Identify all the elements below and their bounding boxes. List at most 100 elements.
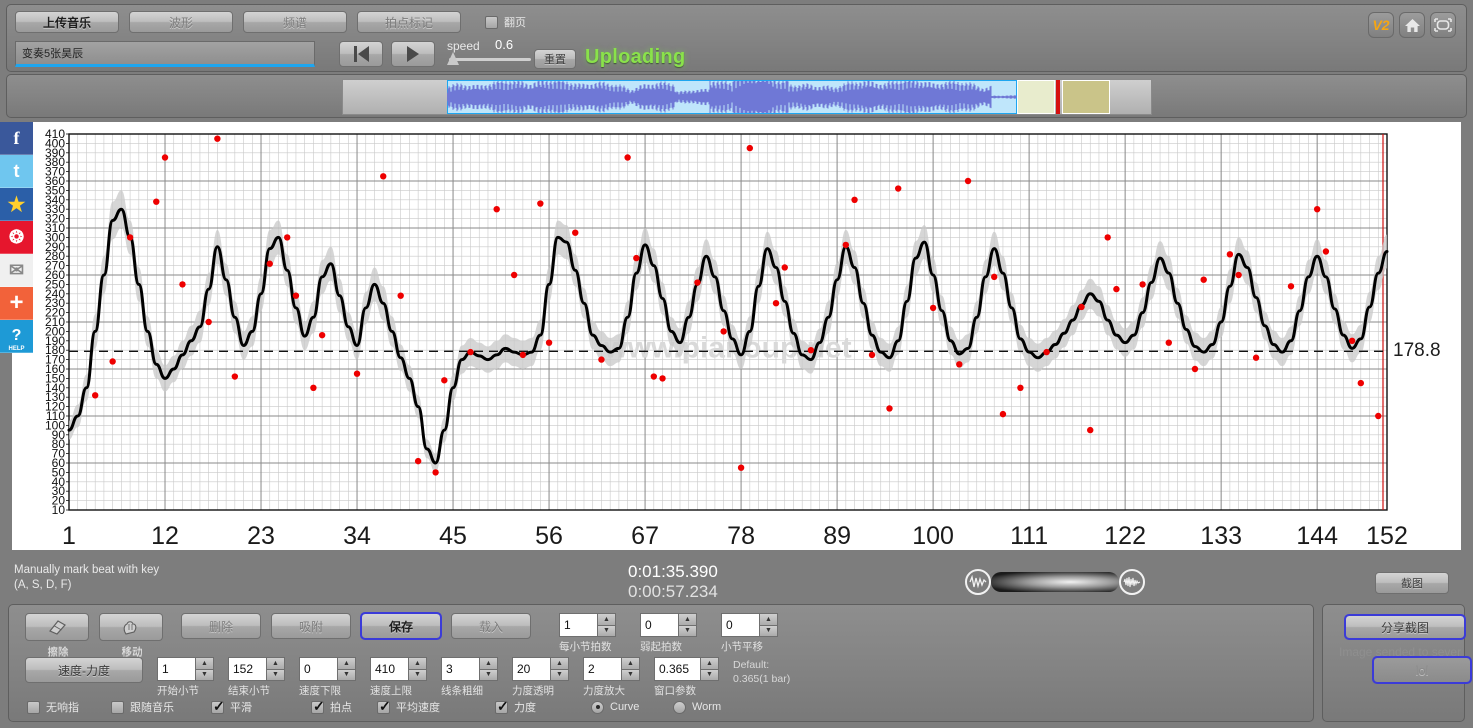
beats-per-bar-input[interactable] — [559, 613, 597, 637]
reset-button[interactable]: 重置 — [534, 49, 576, 69]
line-width-up[interactable]: ▲ — [479, 657, 498, 669]
share-screenshot-button[interactable]: 分享截图 — [1344, 614, 1466, 640]
load-button[interactable]: 载入 — [451, 613, 531, 639]
bar-shift-up[interactable]: ▲ — [759, 613, 778, 625]
spinner-bar-shift[interactable]: ▲▼ 小节平移 — [721, 613, 778, 654]
twitter-icon[interactable]: t — [0, 155, 33, 188]
song-title-input[interactable] — [15, 41, 315, 67]
dynamics-checkbox-box[interactable] — [495, 698, 509, 715]
spinner-end-bar[interactable]: ▲▼ 结束小节 — [228, 657, 285, 698]
speed-slider-thumb[interactable] — [447, 52, 459, 65]
speed-min-down[interactable]: ▼ — [337, 668, 356, 681]
checkbox-dynamics[interactable]: 力度 — [495, 698, 591, 715]
snap-button[interactable]: 吸附 — [271, 613, 351, 639]
worm-radio-button[interactable] — [673, 700, 686, 714]
beats-per-bar-up[interactable]: ▲ — [597, 613, 616, 625]
delete-button[interactable]: 删除 — [181, 613, 261, 639]
bar-shift-down[interactable]: ▼ — [759, 624, 778, 637]
fullscreen-icon[interactable] — [1430, 12, 1456, 38]
waveform-overview[interactable] — [342, 79, 1152, 115]
window-param-input[interactable] — [654, 657, 700, 681]
rewind-button[interactable] — [339, 41, 383, 67]
play-button[interactable] — [391, 41, 435, 67]
save-button[interactable]: 保存 — [360, 612, 442, 640]
dynamics-scale-input[interactable] — [583, 657, 621, 681]
line-width-input[interactable] — [441, 657, 479, 681]
home-icon[interactable] — [1399, 12, 1425, 38]
checkbox-average-speed[interactable]: 平均速度 — [377, 698, 495, 715]
dynamics-scale-down[interactable]: ▼ — [621, 668, 640, 681]
volume-slider[interactable] — [965, 568, 1150, 596]
spinner-speed-min[interactable]: ▲▼ 速度下限 — [299, 657, 356, 698]
line-width-down[interactable]: ▼ — [479, 668, 498, 681]
follow-music-checkbox-box[interactable] — [111, 700, 124, 714]
page-flip-checkbox-box[interactable] — [485, 15, 498, 29]
share-plus-icon[interactable]: + — [0, 287, 33, 320]
waveform-pale-region[interactable] — [1017, 80, 1055, 114]
pickup-beats-down[interactable]: ▼ — [678, 624, 697, 637]
beats-checkbox-box[interactable] — [311, 698, 325, 715]
speed-dynamics-mode-button[interactable]: 速度-力度 — [25, 657, 143, 683]
end-bar-up[interactable]: ▲ — [266, 657, 285, 669]
waveform-playhead[interactable] — [1056, 80, 1060, 114]
spinner-pickup-beats[interactable]: ▲▼ 弱起拍数 — [640, 613, 697, 654]
average-speed-checkbox-box[interactable] — [377, 698, 391, 715]
start-bar-input[interactable] — [157, 657, 195, 681]
speed-max-input[interactable] — [370, 657, 408, 681]
erase-button[interactable]: 擦除 — [25, 613, 89, 658]
speed-slider-track[interactable] — [449, 58, 531, 61]
facebook-icon[interactable]: f — [0, 122, 33, 155]
speed-min-up[interactable]: ▲ — [337, 657, 356, 669]
curve-radio-button[interactable] — [591, 700, 604, 714]
dynamics-alpha-up[interactable]: ▲ — [550, 657, 569, 669]
spinner-start-bar[interactable]: ▲▼ 开始小节 — [157, 657, 214, 698]
start-bar-up[interactable]: ▲ — [195, 657, 214, 669]
dynamics-alpha-down[interactable]: ▼ — [550, 668, 569, 681]
tab-waveform[interactable]: 波形 — [129, 11, 233, 33]
smooth-checkbox-box[interactable] — [211, 698, 225, 715]
checkbox-smooth[interactable]: 平滑 — [211, 698, 311, 715]
move-button[interactable]: 移动 — [99, 613, 163, 658]
bar-shift-input[interactable] — [721, 613, 759, 637]
help-icon[interactable]: ? HELP — [0, 320, 33, 353]
spinner-dynamics-scale[interactable]: ▲▼ 力度放大 — [583, 657, 640, 698]
checkbox-follow-music[interactable]: 跟随音乐 — [111, 699, 211, 715]
dynamics-alpha-input[interactable] — [512, 657, 550, 681]
tab-spectrum[interactable]: 频谱 — [243, 11, 347, 33]
spinner-beats-per-bar[interactable]: ▲▼ 每小节拍数 — [559, 613, 616, 654]
checkbox-page-flip[interactable]: 翻页 — [485, 14, 526, 30]
start-bar-down[interactable]: ▼ — [195, 668, 214, 681]
waveform-low-icon[interactable] — [965, 569, 991, 595]
no-snap-checkbox-box[interactable] — [27, 700, 40, 714]
volume-slider-track[interactable] — [991, 572, 1119, 592]
radio-curve[interactable]: Curve — [591, 700, 673, 714]
end-bar-down[interactable]: ▼ — [266, 668, 285, 681]
window-param-down[interactable]: ▼ — [700, 668, 719, 681]
weibo-icon[interactable]: ❂ — [0, 221, 33, 254]
radio-worm[interactable]: Worm — [673, 700, 721, 714]
window-param-up[interactable]: ▲ — [700, 657, 719, 669]
tempo-chart[interactable]: 410 400 390 380 370 360 350 340 330 320 310 300 290 2… — [12, 122, 1461, 550]
spinner-dynamics-alpha[interactable]: ▲▼ 力度透明 — [512, 657, 569, 698]
tab-upload-music[interactable]: 上传音乐 — [15, 11, 119, 33]
checkbox-beats[interactable]: 拍点 — [311, 698, 377, 715]
version-badge-v2[interactable]: V2 — [1368, 12, 1394, 38]
qzone-icon[interactable]: ★ — [0, 188, 33, 221]
waveform-high-icon[interactable] — [1119, 569, 1145, 595]
lol-button[interactable]: lol — [1372, 656, 1472, 684]
waveform-khaki-region[interactable] — [1062, 80, 1110, 114]
screenshot-button[interactable]: 截图 — [1375, 572, 1449, 594]
dynamics-scale-up[interactable]: ▲ — [621, 657, 640, 669]
beats-per-bar-down[interactable]: ▼ — [597, 624, 616, 637]
spinner-speed-max[interactable]: ▲▼ 速度上限 — [370, 657, 427, 698]
checkbox-no-snap[interactable]: 无响指 — [27, 699, 111, 715]
spinner-line-width[interactable]: ▲▼ 线条粗细 — [441, 657, 498, 698]
speed-max-up[interactable]: ▲ — [408, 657, 427, 669]
pickup-beats-input[interactable] — [640, 613, 678, 637]
end-bar-input[interactable] — [228, 657, 266, 681]
email-icon[interactable]: ✉ — [0, 254, 33, 287]
spinner-window-param[interactable]: ▲▼ 窗口参数 — [654, 657, 719, 698]
pickup-beats-up[interactable]: ▲ — [678, 613, 697, 625]
tab-beat-marker[interactable]: 拍点标记 — [357, 11, 461, 33]
speed-max-down[interactable]: ▼ — [408, 668, 427, 681]
